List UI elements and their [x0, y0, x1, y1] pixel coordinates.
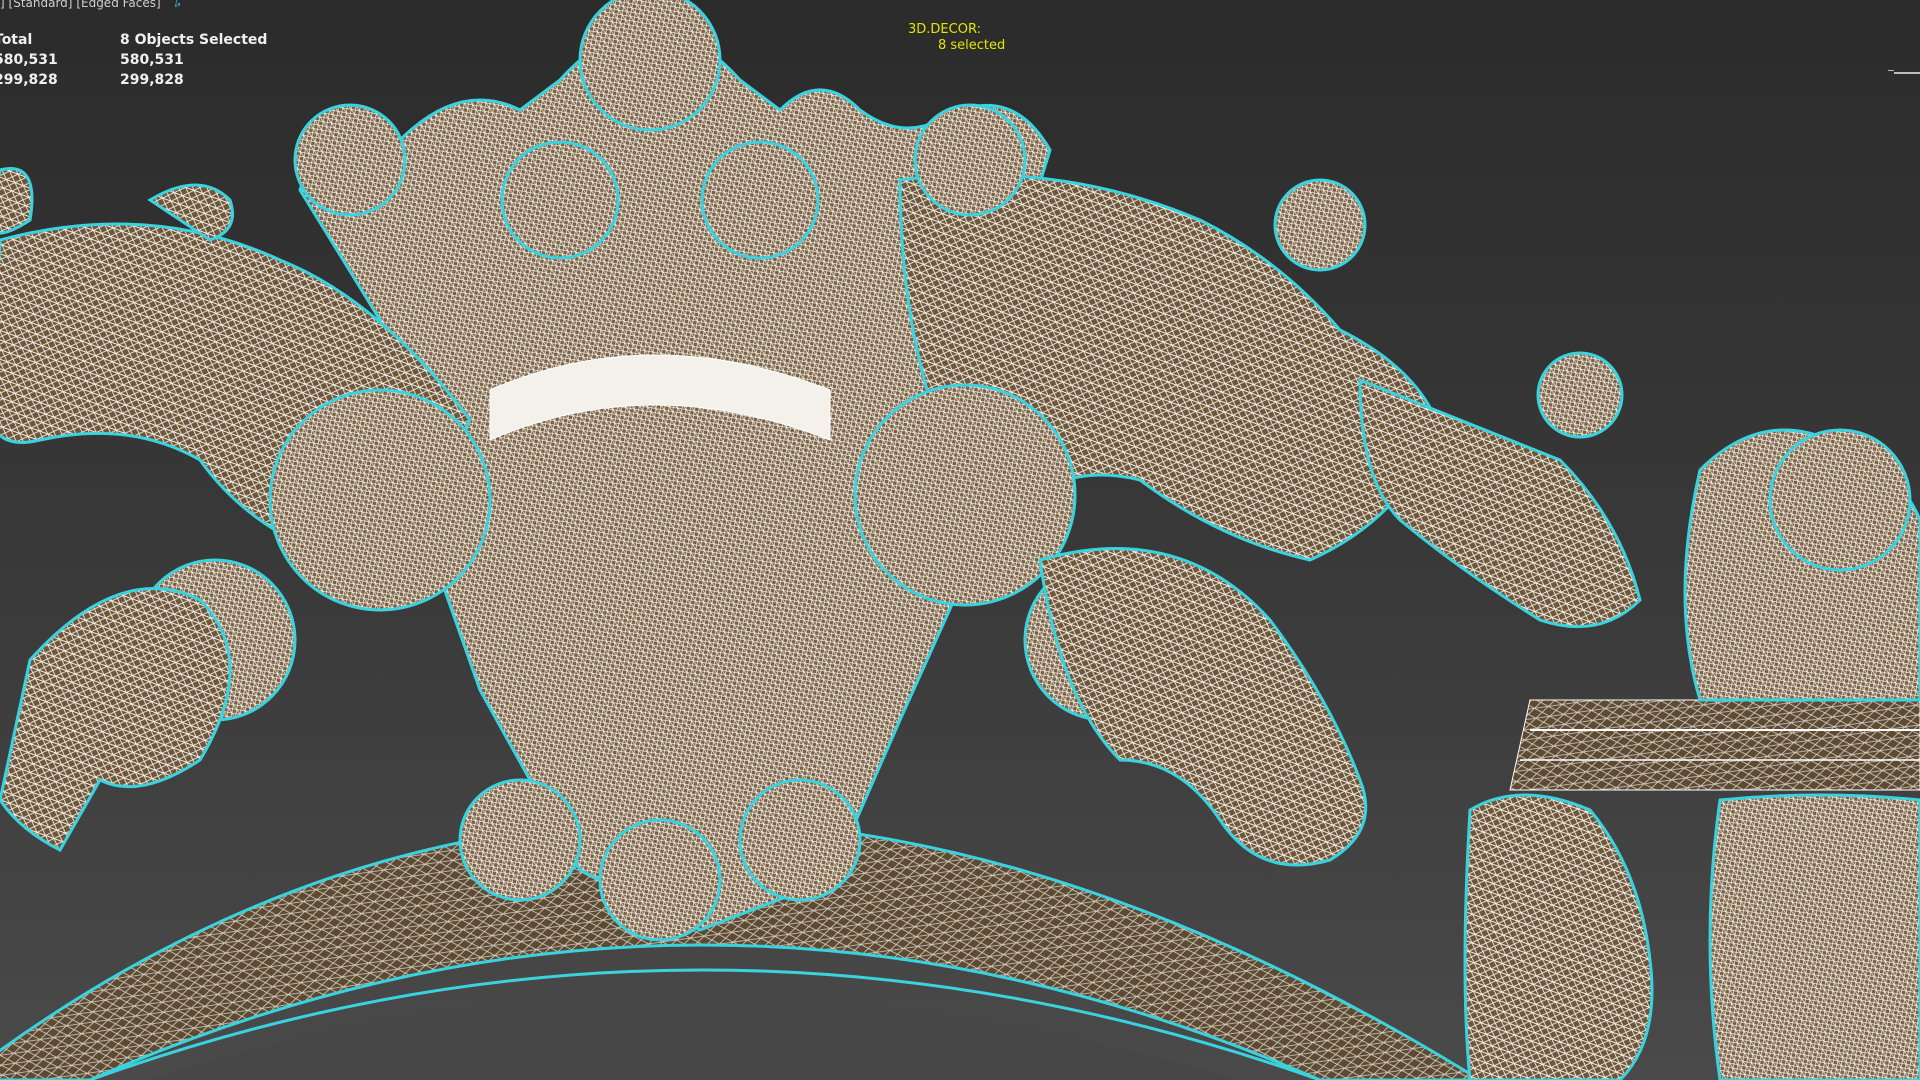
viewport-label[interactable]: ] [Standard] [Edged Faces] ⭞ — [0, 0, 181, 12]
stats-header-row: Total 8 Objects Selected — [0, 30, 280, 50]
stats-verts-row: 299,828 299,828 — [0, 70, 280, 90]
pin-icon[interactable]: ⭞ — [175, 0, 181, 10]
scene-selection-count: 8 selected — [938, 38, 1006, 53]
stats-total-header: Total — [0, 32, 33, 48]
viewport-shading-label[interactable]: [Standard] — [9, 0, 73, 10]
stats-selected-verts: 299,828 — [120, 72, 184, 88]
stats-total-verts: 299,828 — [0, 72, 58, 88]
scene-info-overlay: 3D.DECOR: 8 selected — [908, 22, 1005, 54]
scene-name: 3D.DECOR: — [908, 22, 981, 37]
stats-polys-row: 580,531 580,531 — [0, 50, 280, 70]
viewport-statistics: Total 8 Objects Selected 580,531 580,531… — [0, 30, 280, 90]
view-gizmo-edge — [1888, 70, 1920, 74]
stats-selected-header: 8 Objects Selected — [120, 32, 268, 48]
wireframe-ornament-model[interactable] — [0, 0, 1920, 1080]
stats-total-polys: 580,531 — [0, 52, 58, 68]
viewport-label-part-0[interactable]: ] — [0, 0, 5, 10]
right-beam — [1509, 699, 1920, 791]
viewport-edged-faces-label[interactable]: [Edged Faces] — [76, 0, 160, 10]
stats-selected-polys: 580,531 — [120, 52, 184, 68]
3d-viewport[interactable]: ] [Standard] [Edged Faces] ⭞ Total 8 Obj… — [0, 0, 1920, 1080]
